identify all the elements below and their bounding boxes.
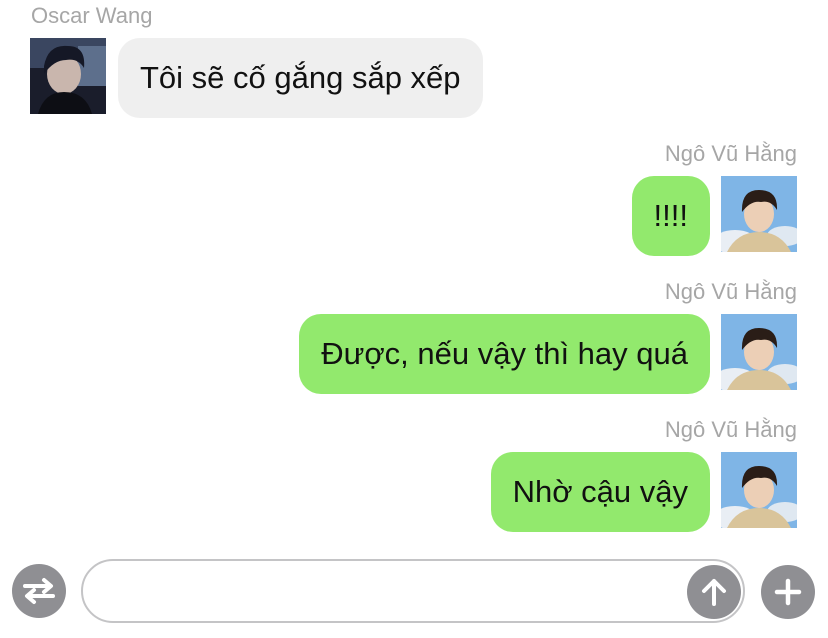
send-button[interactable] <box>687 565 741 619</box>
message-bubble-outgoing[interactable]: !!!! <box>631 176 710 256</box>
message-bubble-outgoing[interactable]: Nhờ cậu vậy <box>490 452 710 532</box>
message-text-field[interactable] <box>81 559 745 623</box>
sender-name: Ngô Vũ Hằng <box>664 279 797 304</box>
message-text: !!!! <box>653 198 688 233</box>
avatar-oscar-wang[interactable] <box>30 38 106 114</box>
switch-arrows-icon <box>23 578 55 604</box>
message-text: Được, nếu vậy thì hay quá <box>321 336 688 371</box>
message-input[interactable] <box>103 561 687 623</box>
arrow-up-icon <box>702 579 726 606</box>
switch-button[interactable] <box>12 564 66 618</box>
sender-name: Ngô Vũ Hằng <box>664 141 797 166</box>
message-text: Nhờ cậu vậy <box>512 474 688 509</box>
message-input-bar <box>0 556 828 632</box>
chat-thread: Oscar Wang Tôi sẽ cố gắng sắp xếp Ngô Vũ… <box>0 0 828 545</box>
add-button[interactable] <box>761 565 815 619</box>
avatar-ngo-vu-hang[interactable] <box>721 176 797 252</box>
message-bubble-incoming[interactable]: Tôi sẽ cố gắng sắp xếp <box>118 38 483 118</box>
message-text: Tôi sẽ cố gắng sắp xếp <box>140 60 461 95</box>
avatar-ngo-vu-hang[interactable] <box>721 452 797 528</box>
avatar-ngo-vu-hang[interactable] <box>721 314 797 390</box>
message-bubble-outgoing[interactable]: Được, nếu vậy thì hay quá <box>299 314 710 394</box>
sender-name: Oscar Wang <box>31 3 153 28</box>
sender-name: Ngô Vũ Hằng <box>664 417 797 442</box>
plus-icon <box>774 578 802 606</box>
